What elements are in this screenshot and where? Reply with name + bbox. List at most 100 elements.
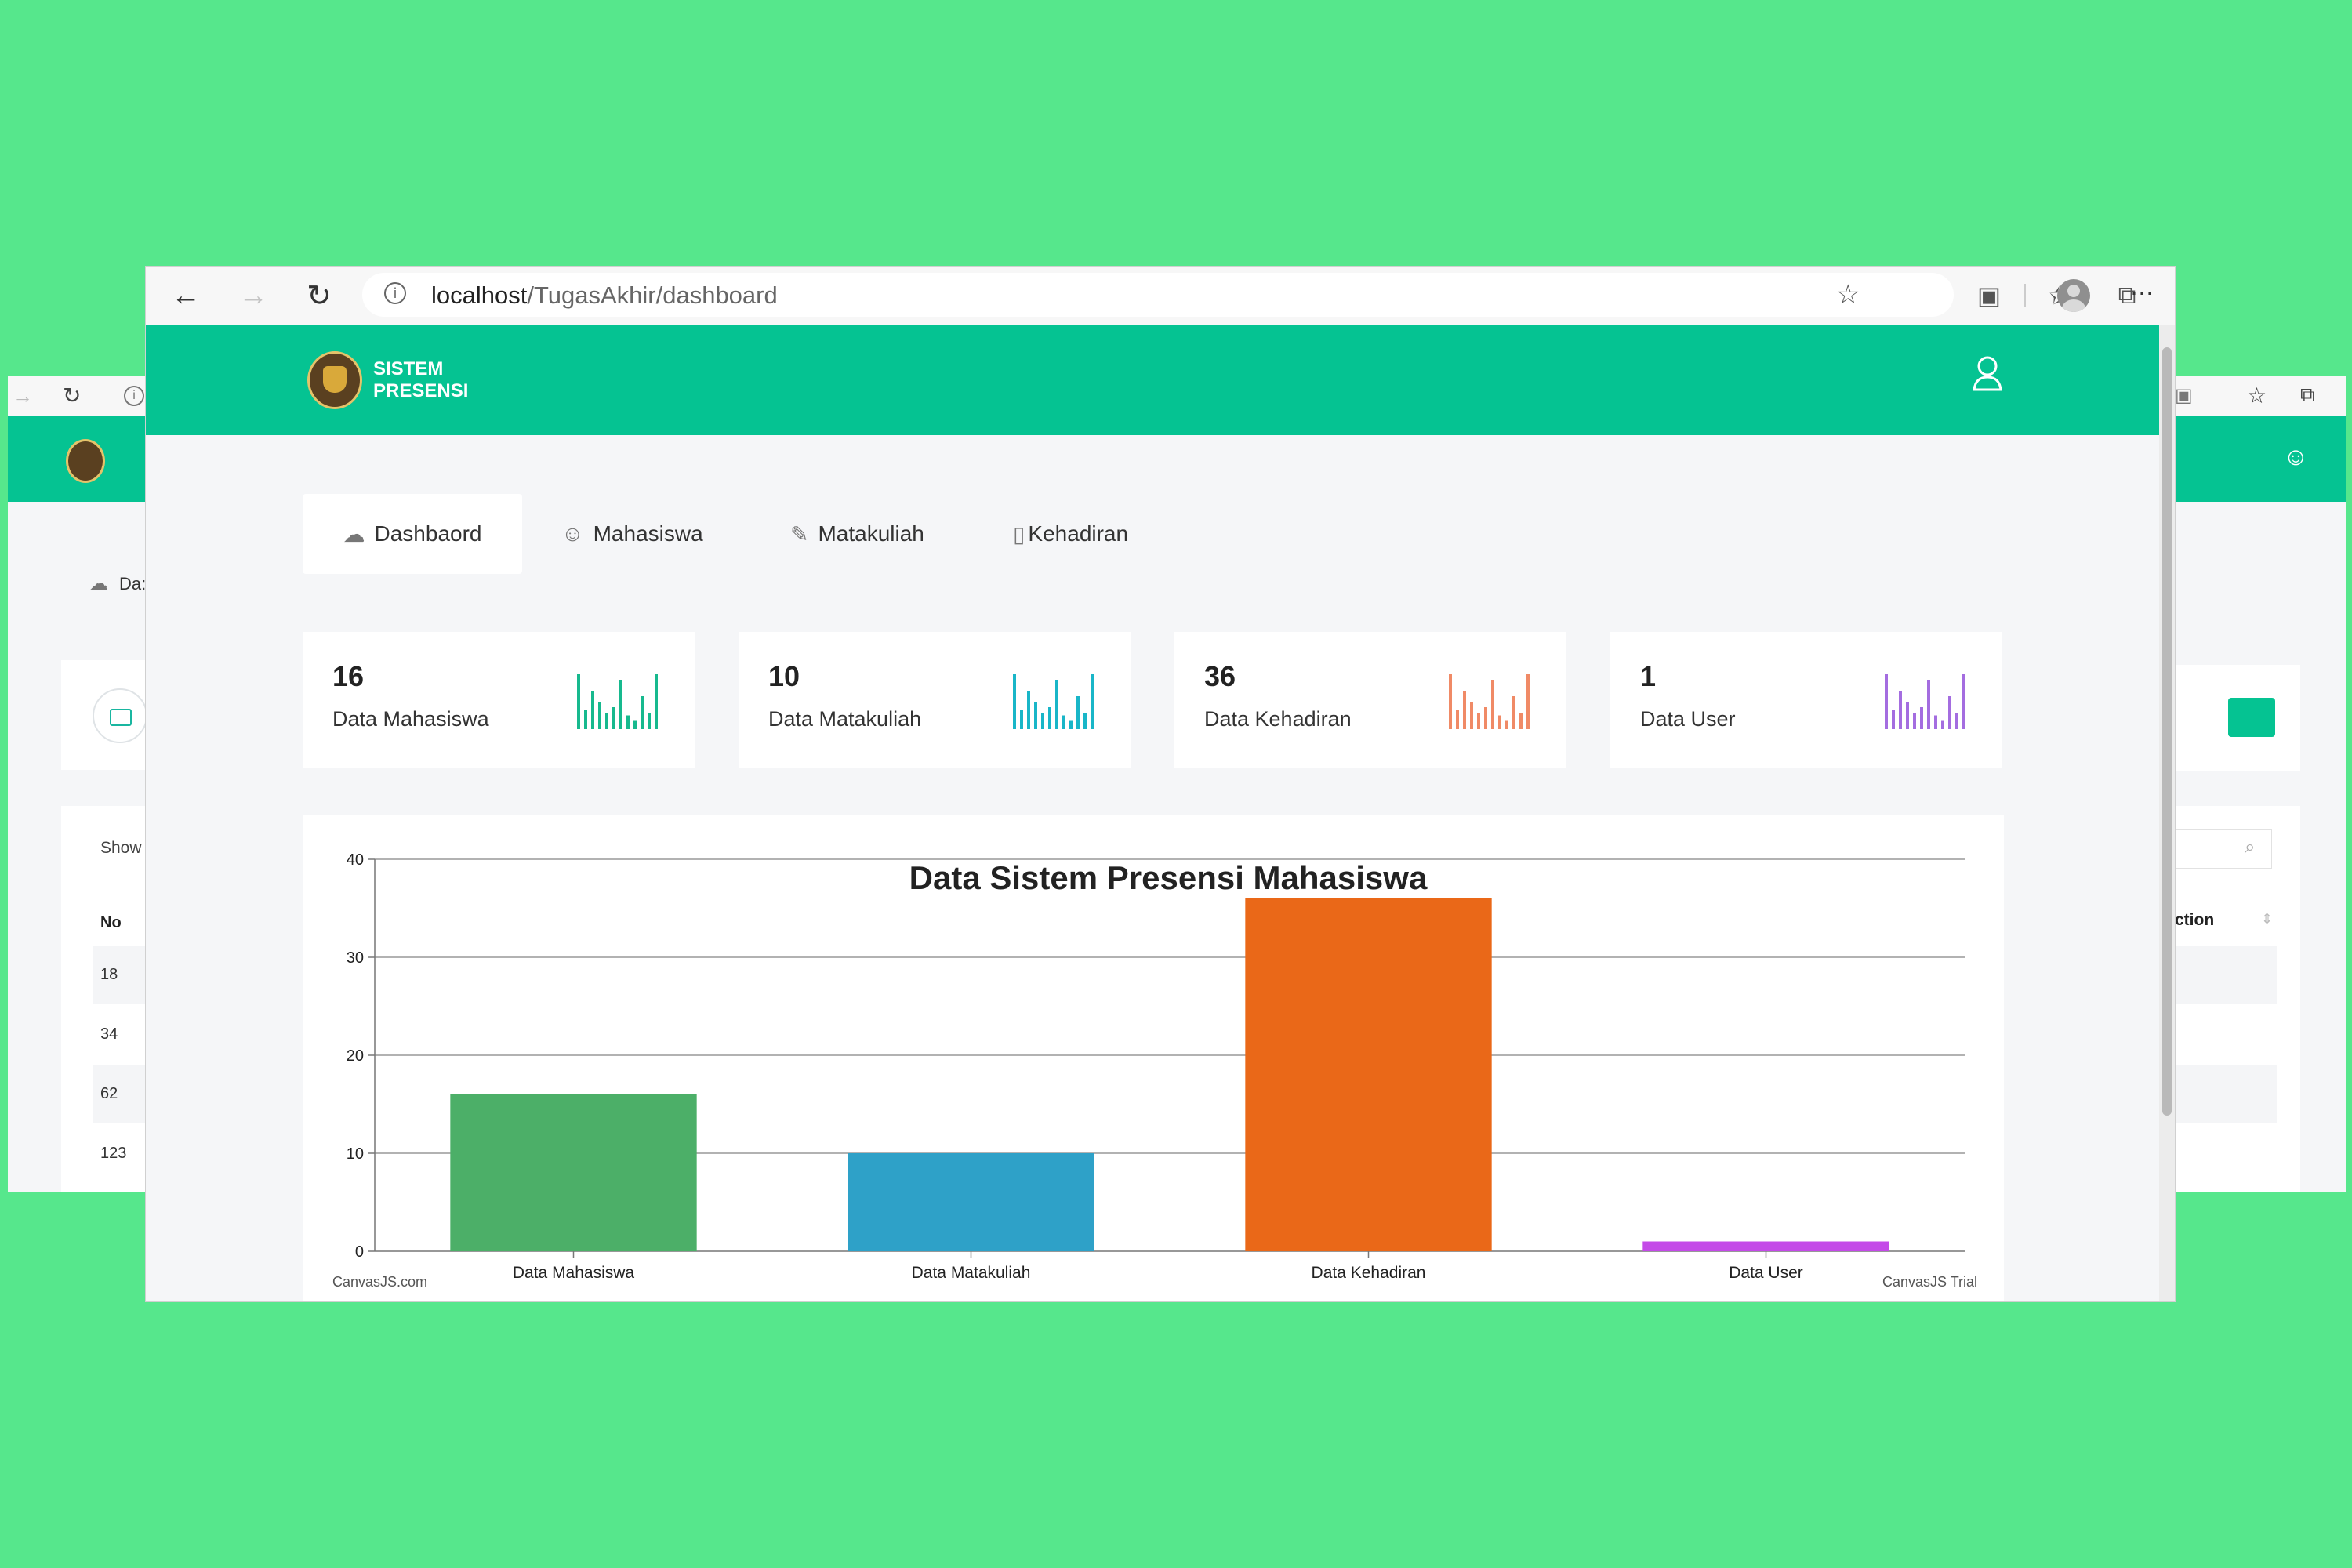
background-table-card: ⌕ ction ⇕: [2175, 806, 2300, 1192]
mini-bar: [1948, 696, 1951, 729]
table-cell: 123: [100, 1145, 127, 1162]
mini-bar: [1899, 691, 1902, 729]
mini-bar: [619, 680, 622, 729]
chart-title: Data Sistem Presensi Mahasiswa: [909, 859, 1428, 896]
mini-bar: [605, 713, 608, 729]
tab-label: Kehadiran: [1028, 521, 1129, 546]
stat-card-user: 1 Data User: [1610, 632, 2002, 768]
mini-bar-chart-icon: [1885, 674, 1965, 729]
reload-button[interactable]: ↻: [299, 276, 339, 315]
table-cell: 18: [100, 966, 118, 983]
mini-bar: [1456, 710, 1459, 729]
logo: [66, 439, 105, 483]
url-text: localhost/TugasAkhir/dashboard: [431, 281, 778, 310]
stat-label: Data Kehadiran: [1204, 707, 1352, 731]
scrollbar-thumb[interactable]: [2162, 347, 2172, 1116]
x-tick-label: Data Matakuliah: [912, 1264, 1031, 1282]
brand-name: SISTEM PRESENSI: [373, 358, 468, 402]
stat-card-mahasiswa: 16 Data Mahasiswa: [303, 632, 695, 768]
stat-value: 16: [332, 660, 365, 692]
stat-value: 10: [768, 660, 800, 692]
mini-bar: [1519, 713, 1523, 729]
profile-button[interactable]: [2057, 279, 2090, 312]
user-icon: [1973, 356, 2002, 391]
mini-bar: [1505, 720, 1508, 729]
x-tick-label: Data Kehadiran: [1312, 1264, 1426, 1282]
mini-bar: [1083, 713, 1087, 729]
search-input: ⌕: [2175, 829, 2272, 869]
mini-bar: [1069, 720, 1073, 729]
column-header-no: No: [100, 914, 122, 931]
search-icon: ⌕: [2245, 837, 2256, 858]
extensions-icon: ▣: [2175, 385, 2193, 406]
background-app-header: ☺: [2175, 416, 2346, 502]
show-entries-label: Show: [100, 839, 142, 857]
background-card: [61, 660, 154, 770]
background-app-header: [8, 416, 154, 502]
back-button[interactable]: ←: [166, 276, 205, 315]
bar-chart: 0 10 20 30 40 Data Mahasiswa Data Matakuliah Da…: [347, 851, 1965, 1282]
browser-window: ← → ↻ i localhost/TugasAkhir/dashboard ☆…: [146, 267, 2175, 1301]
add-favorite-icon[interactable]: ☆: [1836, 279, 1860, 310]
y-tick-label: 10: [347, 1145, 364, 1163]
stat-value: 1: [1640, 660, 1657, 692]
info-icon: i: [124, 386, 144, 406]
background-table-card: Show No 18 34 62 123: [61, 806, 154, 1192]
mini-bar: [598, 702, 601, 729]
table-row: [2175, 946, 2277, 1004]
tab-matakuliah[interactable]: ✎ Matakuliah: [790, 494, 924, 574]
background-card: [2175, 665, 2300, 771]
favorites-icon: ☆: [2247, 383, 2267, 408]
arrow-left-icon: ←: [171, 278, 201, 312]
table-row: [2175, 1065, 2277, 1123]
mini-bar-chart-icon: [1449, 674, 1530, 729]
user-menu-button[interactable]: [1969, 354, 2005, 393]
more-icon: ⋯: [2130, 281, 2154, 307]
avatar-icon: [2067, 285, 2080, 297]
url-host: localhost: [431, 281, 528, 309]
tab-mahasiswa[interactable]: ☺ Mahasiswa: [561, 494, 703, 574]
mini-bar: [1020, 710, 1023, 729]
tab-label: Da:: [119, 574, 147, 593]
extensions-icon: ▣: [1976, 281, 2002, 310]
table-cell: 34: [100, 1025, 118, 1043]
logo: [307, 351, 362, 409]
stat-label: Data User: [1640, 707, 1736, 731]
mini-bar: [641, 696, 644, 729]
tab-dashboard[interactable]: ☁ Dashbaord: [303, 494, 522, 574]
stat-value: 36: [1204, 660, 1236, 692]
mini-bar: [1013, 674, 1016, 729]
forward-icon: →: [13, 384, 33, 408]
scrollbar[interactable]: [2159, 325, 2175, 1301]
mini-bar: [1027, 691, 1030, 729]
column-header-action: ction: [2175, 911, 2215, 929]
mini-bar: [1906, 702, 1909, 729]
mini-bar: [1062, 715, 1065, 729]
mini-bar: [655, 674, 658, 729]
mini-bar: [1955, 713, 1958, 729]
address-bar[interactable]: i localhost/TugasAkhir/dashboard ☆: [362, 273, 1954, 317]
chart-card: 0 10 20 30 40 Data Mahasiswa Data Matakuliah Da…: [303, 815, 2004, 1301]
mini-bar: [1962, 674, 1965, 729]
forward-button[interactable]: →: [234, 276, 273, 315]
mini-bar-chart-icon: [577, 674, 658, 729]
mini-bar: [577, 674, 580, 729]
mini-bar: [1885, 674, 1888, 729]
reload-icon: ↻: [307, 279, 332, 313]
more-button[interactable]: ⋯: [2125, 282, 2159, 310]
mini-bar: [1034, 702, 1037, 729]
mini-bar: [1927, 680, 1930, 729]
mini-bar: [648, 713, 651, 729]
mini-bar: [1076, 696, 1080, 729]
book-icon: [93, 688, 147, 743]
arrow-right-icon: →: [238, 278, 268, 312]
tab-kehadiran[interactable]: ▯ Kehadiran: [1013, 494, 1128, 574]
extensions-button[interactable]: ▣: [1971, 278, 2007, 314]
app-header: SISTEM PRESENSI: [146, 325, 2159, 435]
background-window-left: → ↻ i ☁ Da: Show No 18 34 62 123: [8, 376, 154, 1192]
mini-bar: [584, 710, 587, 729]
browser-toolbar: ← → ↻ i localhost/TugasAkhir/dashboard ☆…: [146, 267, 2175, 325]
background-window-right: ▣ ☆ ⧉ ☺ ⌕ ction ⇕: [2175, 376, 2346, 1192]
bar: [1642, 1241, 1889, 1251]
y-tick-label: 0: [355, 1243, 364, 1261]
